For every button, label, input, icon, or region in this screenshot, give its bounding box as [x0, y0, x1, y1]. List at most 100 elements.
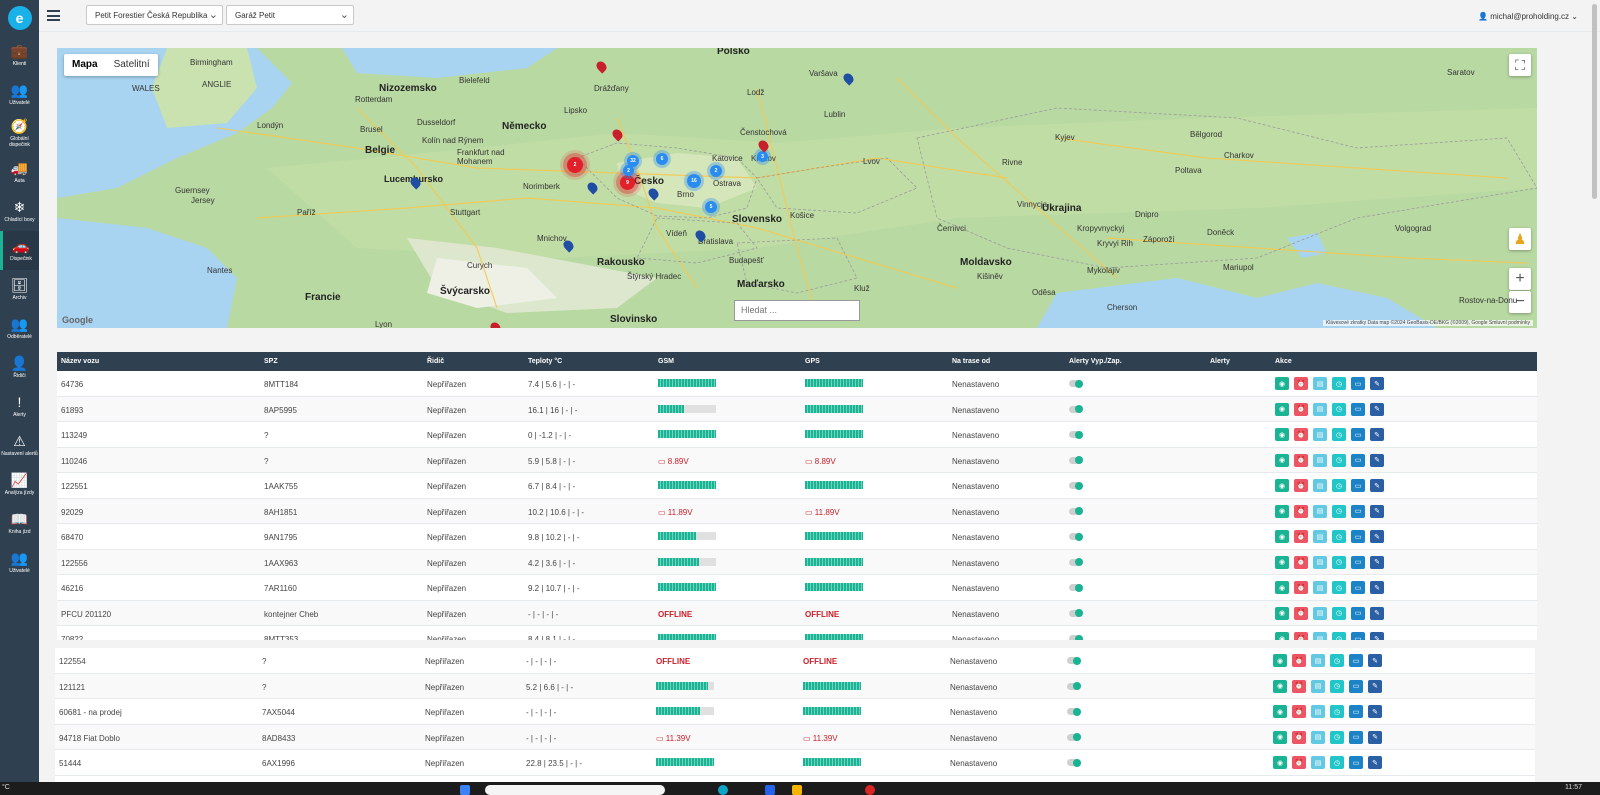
alarm-icon[interactable]: ⏰ [1292, 705, 1306, 718]
edit-pencil-icon[interactable]: ✎ [1370, 530, 1384, 543]
alerts-toggle[interactable] [1069, 481, 1083, 490]
alarm-icon[interactable]: ⏰ [1292, 730, 1306, 744]
edge-browser-icon[interactable] [718, 785, 728, 795]
history-clock-icon[interactable]: ◷ [1332, 377, 1346, 390]
sidebar-item[interactable]: 🗄 Archiv [0, 270, 39, 309]
document-icon[interactable]: ▤ [1313, 479, 1327, 492]
map-search-input[interactable]: Hledat ... [734, 300, 860, 321]
vehicle-name[interactable]: 70822 [61, 635, 83, 640]
chrome-browser-icon[interactable] [865, 785, 875, 795]
history-clock-icon[interactable]: ◷ [1332, 453, 1346, 467]
edit-pencil-icon[interactable]: ✎ [1370, 402, 1384, 416]
windows-start-icon[interactable] [460, 785, 470, 795]
column-header[interactable]: Na trase od [952, 358, 990, 365]
card-icon[interactable]: ▭ [1349, 705, 1363, 718]
column-header[interactable]: Alerty [1210, 358, 1230, 365]
vehicle-name[interactable]: 110246 [61, 457, 87, 466]
history-clock-icon[interactable]: ◷ [1332, 581, 1346, 594]
vehicle-name[interactable]: 64736 [61, 380, 83, 389]
vehicle-cluster-marker[interactable]: 2 [567, 157, 583, 173]
app-logo[interactable]: e [0, 0, 39, 36]
history-clock-icon[interactable]: ◷ [1330, 730, 1344, 744]
vehicle-name[interactable]: 122551 [61, 482, 88, 491]
card-icon[interactable]: ▭ [1351, 530, 1365, 543]
sidebar-item[interactable]: ❄ Chladící boxy [0, 192, 39, 231]
sidebar-item[interactable]: 👥 Odběratelé [0, 309, 39, 348]
sidebar-item[interactable]: 💼 Klienti [0, 36, 39, 75]
history-clock-icon[interactable]: ◷ [1332, 530, 1346, 543]
vehicle-name[interactable]: 122554 [59, 657, 86, 666]
edit-pencil-icon[interactable]: ✎ [1368, 705, 1382, 718]
view-eye-icon[interactable]: ◉ [1275, 453, 1289, 467]
alarm-icon[interactable]: ⏰ [1292, 654, 1306, 667]
history-clock-icon[interactable]: ◷ [1332, 632, 1346, 640]
document-icon[interactable]: ▤ [1313, 606, 1327, 620]
app-icon[interactable] [765, 785, 775, 795]
table-row[interactable]: 68470 9AN1795 Nepřiřazen 9.8 | 10.2 | - | -… [57, 524, 1537, 550]
alerts-toggle[interactable] [1067, 758, 1081, 767]
user-menu[interactable]: 👤 michal@proholding.cz ⌄ [1478, 12, 1578, 21]
view-eye-icon[interactable]: ◉ [1273, 730, 1287, 744]
alerts-toggle[interactable] [1069, 532, 1083, 541]
edit-pencil-icon[interactable]: ✎ [1370, 632, 1384, 640]
sidebar-item[interactable]: 👥 Uživatelé [0, 75, 39, 114]
history-clock-icon[interactable]: ◷ [1332, 555, 1346, 569]
history-clock-icon[interactable]: ◷ [1330, 705, 1344, 718]
history-clock-icon[interactable]: ◷ [1332, 504, 1346, 518]
vehicle-cluster-marker[interactable]: 16 [687, 174, 701, 188]
view-eye-icon[interactable]: ◉ [1275, 402, 1289, 416]
alerts-toggle[interactable] [1069, 558, 1083, 566]
edit-pencil-icon[interactable]: ✎ [1368, 679, 1382, 693]
vehicle-name[interactable]: 92029 [61, 508, 83, 517]
column-header[interactable]: SPZ [264, 358, 278, 365]
view-eye-icon[interactable]: ◉ [1273, 679, 1287, 693]
alarm-icon[interactable]: ⏰ [1292, 679, 1306, 693]
alarm-icon[interactable]: ⏰ [1292, 756, 1306, 769]
vehicle-name[interactable]: 113249 [61, 431, 87, 440]
edit-pencil-icon[interactable]: ✎ [1370, 453, 1384, 467]
history-clock-icon[interactable]: ◷ [1332, 479, 1346, 492]
vehicle-cluster-marker[interactable]: 9 [620, 175, 635, 190]
view-eye-icon[interactable]: ◉ [1273, 705, 1287, 718]
table-row[interactable]: PFCU 201120 kontejner Cheb Nepřiřazen - | -… [57, 600, 1537, 626]
sidebar-item[interactable]: 📖 Kniha jízd [0, 504, 39, 543]
table-row[interactable]: 92029 8AH1851 Nepřiřazen 10.2 | 10.6 | - | … [57, 498, 1537, 524]
document-icon[interactable]: ▤ [1313, 555, 1327, 569]
sidebar-item[interactable]: 📈 Analýza jízdy [0, 465, 39, 504]
view-eye-icon[interactable]: ◉ [1273, 756, 1287, 769]
view-eye-icon[interactable]: ◉ [1275, 504, 1289, 518]
card-icon[interactable]: ▭ [1351, 555, 1365, 569]
table-row[interactable]: 61893 8AP5995 Nepřiřazen 16.1 | 16 | - | - N… [57, 396, 1537, 422]
edit-pencil-icon[interactable]: ✎ [1370, 504, 1384, 518]
column-header[interactable]: GSM [658, 358, 674, 365]
alarm-icon[interactable]: ⏰ [1294, 377, 1308, 390]
edit-pencil-icon[interactable]: ✎ [1370, 377, 1384, 390]
view-eye-icon[interactable]: ◉ [1275, 530, 1289, 543]
table-row[interactable]: 122554? Nepřiřazen - | - | - | - OFFLINE OFF… [55, 648, 1535, 674]
table-row[interactable]: 110246? Nepřiřazen 5.9 | 5.8 | - | - ▭ 8.89… [57, 447, 1537, 473]
card-icon[interactable]: ▭ [1351, 377, 1365, 390]
vehicle-name[interactable]: 46216 [61, 584, 83, 593]
history-clock-icon[interactable]: ◷ [1330, 756, 1344, 769]
column-header[interactable]: Název vozu [61, 358, 99, 365]
document-icon[interactable]: ▤ [1311, 654, 1325, 667]
column-header[interactable]: Alerty Vyp./Zap. [1069, 358, 1122, 365]
card-icon[interactable]: ▭ [1349, 730, 1363, 744]
edit-pencil-icon[interactable]: ✎ [1370, 555, 1384, 569]
alerts-toggle[interactable] [1067, 656, 1081, 665]
view-eye-icon[interactable]: ◉ [1273, 654, 1287, 667]
card-icon[interactable]: ▭ [1351, 632, 1365, 640]
vehicle-name[interactable]: 122556 [61, 559, 88, 568]
view-eye-icon[interactable]: ◉ [1275, 479, 1289, 492]
document-icon[interactable]: ▤ [1311, 730, 1325, 744]
map-attribution[interactable]: Klávesové zkratky Data map ©2024 GeoBasi… [1322, 320, 1533, 326]
view-eye-icon[interactable]: ◉ [1275, 377, 1289, 390]
sidebar-item[interactable]: 🚗 Dispečink [0, 231, 39, 270]
weather-widget[interactable]: °C [2, 784, 10, 791]
alarm-icon[interactable]: ⏰ [1294, 606, 1308, 620]
card-icon[interactable]: ▭ [1349, 679, 1363, 693]
table-row[interactable]: 121121? Nepřiřazen 5.2 | 6.6 | - | - Nenast… [55, 673, 1535, 699]
map[interactable]: Mapa Satelitní ⛶ ♟ + − Polsko Nizozemsko… [57, 48, 1537, 328]
edit-pencil-icon[interactable]: ✎ [1368, 654, 1382, 667]
vehicle-cluster-marker[interactable]: 2 [623, 165, 634, 176]
